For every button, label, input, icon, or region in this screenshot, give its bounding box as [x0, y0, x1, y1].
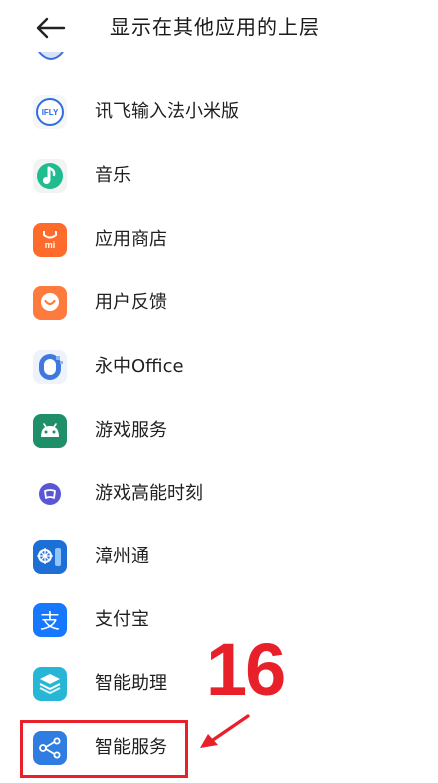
- app-label: 漳州通: [95, 546, 149, 567]
- app-row-feedback[interactable]: 用户反馈: [0, 271, 438, 333]
- game-moment-icon: [33, 477, 67, 511]
- zhangzhoutong-icon: [33, 540, 67, 574]
- top-bar: 显示在其他应用的上层: [0, 0, 438, 56]
- app-row-game-moment[interactable]: 游戏高能时刻: [0, 462, 438, 524]
- app-label: 智能助理: [95, 673, 167, 694]
- highlight-box: [20, 720, 188, 778]
- app-row-zhangzhoutong[interactable]: 漳州通: [0, 525, 438, 587]
- app-label: 永中Office: [95, 356, 184, 377]
- feedback-icon: [33, 286, 67, 320]
- app-store-icon-text: mi: [45, 240, 56, 250]
- partial-app-icon: [38, 52, 64, 60]
- app-label: 讯飞输入法小米版: [95, 101, 239, 122]
- app-label: 支付宝: [95, 609, 149, 630]
- office-icon: [33, 350, 67, 384]
- annotation-number: 16: [206, 628, 286, 711]
- assistant-layers-icon: [33, 667, 67, 701]
- app-label: 游戏服务: [95, 420, 167, 441]
- app-store-icon: mi: [33, 223, 67, 257]
- annotation-arrow-icon: [200, 714, 250, 748]
- app-label: 音乐: [95, 165, 131, 186]
- app-label: 应用商店: [95, 229, 167, 250]
- alipay-icon: 支: [33, 603, 67, 637]
- music-icon: [33, 159, 67, 193]
- app-row-app-store[interactable]: mi 应用商店: [0, 208, 438, 270]
- ifly-icon: IFLY: [33, 95, 67, 129]
- android-icon: [33, 414, 67, 448]
- app-row-office[interactable]: 永中Office: [0, 335, 438, 397]
- app-label: 用户反馈: [95, 292, 167, 313]
- app-row-game-service[interactable]: 游戏服务: [0, 399, 438, 461]
- app-row-music[interactable]: 音乐: [0, 144, 438, 206]
- page-title: 显示在其他应用的上层: [110, 15, 320, 39]
- alipay-icon-text: 支: [40, 609, 60, 633]
- ifly-icon-text: IFLY: [42, 108, 59, 117]
- app-label: 游戏高能时刻: [95, 483, 203, 504]
- app-row-ifly[interactable]: IFLY 讯飞输入法小米版: [0, 80, 438, 142]
- back-arrow-icon[interactable]: [34, 13, 68, 43]
